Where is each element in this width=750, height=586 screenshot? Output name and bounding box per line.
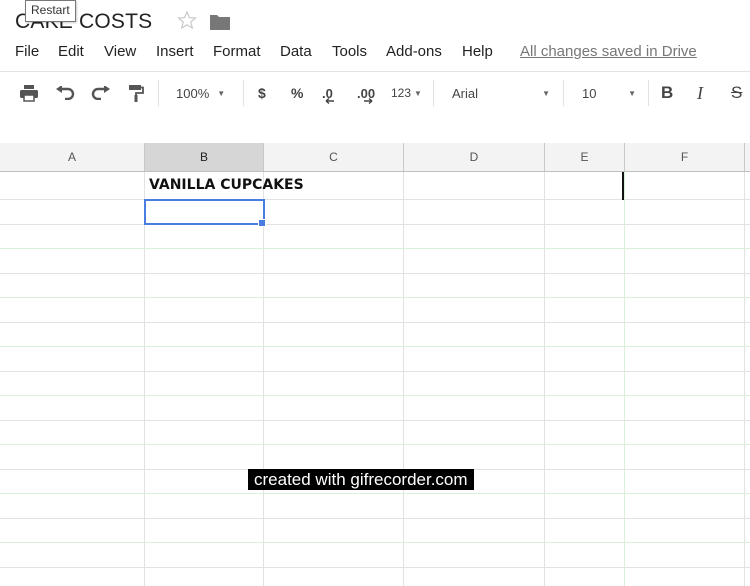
font-family-select[interactable]: Arial ▼ [452, 72, 550, 114]
column-headers: A B C D E F [0, 143, 750, 172]
paint-format-icon [129, 85, 144, 102]
column-header-d[interactable]: D [404, 143, 545, 171]
selected-cell-b2[interactable] [144, 199, 265, 225]
chevron-down-icon: ▼ [414, 88, 422, 98]
arrow-right-icon [364, 98, 373, 104]
restart-tooltip: Restart [25, 0, 76, 22]
menu-data[interactable]: Data [280, 42, 312, 62]
chevron-down-icon: ▼ [628, 88, 636, 98]
menu-format[interactable]: Format [213, 42, 261, 62]
column-header-a[interactable]: A [0, 143, 145, 171]
menu-help[interactable]: Help [462, 42, 493, 62]
star-icon[interactable] [177, 10, 197, 30]
redo-button[interactable] [91, 72, 111, 114]
arrow-left-icon [325, 98, 334, 104]
formula-bar[interactable] [0, 114, 750, 144]
more-formats-label: 123 [391, 86, 412, 100]
font-size-value: 10 [582, 85, 597, 101]
redo-icon [91, 86, 110, 100]
undo-button[interactable] [55, 72, 75, 114]
menu-edit[interactable]: Edit [58, 42, 84, 62]
toolbar: 100% ▼ $ % .0 .00 123 ▼ Arial ▼ 10 ▼ B I… [0, 71, 750, 115]
watermark-label: created with gifrecorder.com [248, 469, 474, 490]
menu-view[interactable]: View [104, 42, 136, 62]
increase-decimals-button[interactable]: .00 [357, 72, 385, 114]
menu-bar: File Edit View Insert Format Data Tools … [0, 42, 750, 62]
menu-insert[interactable]: Insert [156, 42, 194, 62]
menu-file[interactable]: File [15, 42, 39, 62]
strikethrough-button[interactable]: S [731, 72, 742, 114]
decrease-decimals-button[interactable]: .0 [322, 72, 343, 114]
italic-button[interactable]: I [697, 72, 703, 114]
menu-tools[interactable]: Tools [332, 42, 367, 62]
saved-status-link[interactable]: All changes saved in Drive [520, 42, 697, 62]
percent-format-button[interactable]: % [291, 72, 303, 114]
folder-icon[interactable] [209, 13, 231, 31]
font-family-value: Arial [452, 85, 479, 101]
column-header-f[interactable]: F [625, 143, 745, 171]
print-icon [20, 85, 38, 102]
zoom-value: 100% [176, 85, 210, 101]
text-cursor [622, 172, 624, 200]
menu-addons[interactable]: Add-ons [386, 42, 442, 62]
paint-format-button[interactable] [128, 72, 144, 114]
zoom-select[interactable]: 100% ▼ [176, 72, 225, 114]
column-header-c[interactable]: C [264, 143, 404, 171]
fill-handle[interactable] [258, 219, 266, 227]
currency-format-button[interactable]: $ [258, 72, 266, 114]
bold-button[interactable]: B [661, 72, 673, 114]
cell-area[interactable] [0, 172, 750, 586]
column-header-e[interactable]: E [545, 143, 625, 171]
spreadsheet-grid: A B C D E F [0, 143, 750, 586]
print-button[interactable] [19, 72, 39, 114]
more-formats-button[interactable]: 123 ▼ [391, 72, 422, 114]
column-header-b[interactable]: B [145, 143, 264, 171]
cell-b1[interactable]: VANILLA CUPCAKES [149, 177, 304, 193]
font-size-select[interactable]: 10 ▼ [582, 72, 636, 114]
chevron-down-icon: ▼ [542, 88, 550, 98]
chevron-down-icon: ▼ [217, 88, 226, 98]
undo-icon [56, 86, 75, 100]
